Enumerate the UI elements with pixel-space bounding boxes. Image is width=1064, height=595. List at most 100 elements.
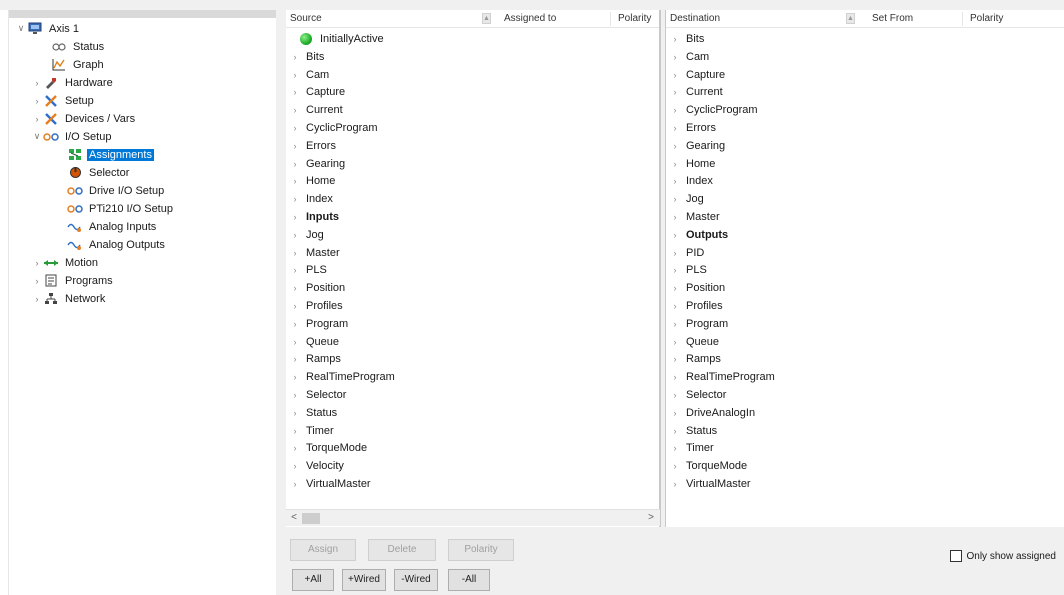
source-row-ramps[interactable]: › Ramps bbox=[286, 350, 341, 368]
source-row-virtualmaster[interactable]: › VirtualMaster bbox=[286, 475, 371, 493]
source-row-torquemode[interactable]: › TorqueMode bbox=[286, 439, 368, 457]
source-row-index[interactable]: › Index bbox=[286, 190, 333, 208]
source-row-program[interactable]: › Program bbox=[286, 315, 349, 333]
destination-row-program[interactable]: › Program bbox=[666, 315, 729, 333]
source-horizontal-scrollbar[interactable]: < > bbox=[286, 509, 660, 526]
source-row-pls[interactable]: › PLS bbox=[286, 261, 327, 279]
source-row-velocity[interactable]: › Velocity bbox=[286, 457, 344, 475]
expand-chevron-icon[interactable]: › bbox=[668, 319, 682, 329]
expand-chevron-icon[interactable]: › bbox=[288, 283, 302, 293]
destination-row-bits[interactable]: › Bits bbox=[666, 30, 705, 48]
polarity-column-header[interactable]: Polarity bbox=[970, 13, 1003, 24]
expand-chevron-icon[interactable]: › bbox=[668, 372, 682, 382]
expand-chevron-icon[interactable]: › bbox=[288, 194, 302, 204]
expand-chevron-icon[interactable]: › bbox=[668, 390, 682, 400]
source-row-status[interactable]: › Status bbox=[286, 404, 338, 422]
minus-all-button[interactable]: -All bbox=[448, 569, 490, 591]
source-row-errors[interactable]: › Errors bbox=[286, 137, 336, 155]
scroll-left-icon[interactable]: < bbox=[287, 511, 301, 525]
destination-row-virtualmaster[interactable]: › VirtualMaster bbox=[666, 475, 751, 493]
source-row-initiallyactive[interactable]: InitiallyActive bbox=[286, 30, 384, 48]
destination-row-pid[interactable]: › PID bbox=[666, 244, 705, 262]
source-row-current[interactable]: › Current bbox=[286, 101, 343, 119]
assigned-to-column-header[interactable]: Assigned to bbox=[504, 13, 556, 24]
expand-chevron-icon[interactable]: › bbox=[31, 258, 43, 268]
tree-item-i-o-setup[interactable]: ∨ I/O Setup bbox=[31, 128, 113, 145]
expand-chevron-icon[interactable]: › bbox=[668, 230, 682, 240]
expand-chevron-icon[interactable]: › bbox=[668, 426, 682, 436]
sort-indicator-icon[interactable]: ▲ bbox=[482, 13, 491, 24]
expand-chevron-icon[interactable]: › bbox=[31, 114, 43, 124]
expand-chevron-icon[interactable]: › bbox=[668, 461, 682, 471]
destination-row-queue[interactable]: › Queue bbox=[666, 333, 720, 351]
source-row-jog[interactable]: › Jog bbox=[286, 226, 324, 244]
column-separator[interactable] bbox=[610, 12, 611, 26]
expand-chevron-icon[interactable]: › bbox=[668, 141, 682, 151]
expand-chevron-icon[interactable]: › bbox=[668, 354, 682, 364]
expand-chevron-icon[interactable]: › bbox=[288, 105, 302, 115]
destination-row-status[interactable]: › Status bbox=[666, 422, 718, 440]
destination-row-torquemode[interactable]: › TorqueMode bbox=[666, 457, 748, 475]
source-row-master[interactable]: › Master bbox=[286, 244, 340, 262]
tree-item-analog-outputs[interactable]: Analog Outputs bbox=[55, 236, 167, 253]
expand-chevron-icon[interactable]: › bbox=[288, 52, 302, 62]
plus-wired-button[interactable]: +Wired bbox=[342, 569, 386, 591]
expand-chevron-icon[interactable]: › bbox=[288, 354, 302, 364]
expand-chevron-icon[interactable]: › bbox=[288, 70, 302, 80]
tree-item-setup[interactable]: › Setup bbox=[31, 92, 96, 109]
source-row-capture[interactable]: › Capture bbox=[286, 83, 346, 101]
destination-row-position[interactable]: › Position bbox=[666, 279, 726, 297]
expand-chevron-icon[interactable]: › bbox=[288, 461, 302, 471]
expand-chevron-icon[interactable]: › bbox=[668, 194, 682, 204]
expand-chevron-icon[interactable]: › bbox=[288, 301, 302, 311]
column-separator[interactable] bbox=[962, 12, 963, 26]
expand-chevron-icon[interactable]: › bbox=[288, 141, 302, 151]
expand-chevron-icon[interactable]: › bbox=[668, 176, 682, 186]
expand-chevron-icon[interactable]: › bbox=[31, 294, 43, 304]
delete-button[interactable]: Delete bbox=[368, 539, 436, 561]
source-row-cyclicprogram[interactable]: › CyclicProgram bbox=[286, 119, 378, 137]
source-list[interactable]: Source ▲ Assigned to Polarity InitiallyA… bbox=[286, 10, 660, 527]
expand-chevron-icon[interactable]: › bbox=[288, 87, 302, 97]
expand-chevron-icon[interactable]: › bbox=[668, 337, 682, 347]
destination-row-profiles[interactable]: › Profiles bbox=[666, 297, 723, 315]
source-row-home[interactable]: › Home bbox=[286, 172, 336, 190]
expand-chevron-icon[interactable]: › bbox=[288, 426, 302, 436]
expand-chevron-icon[interactable]: › bbox=[31, 78, 43, 88]
tree-item-analog-inputs[interactable]: Analog Inputs bbox=[55, 218, 158, 235]
destination-row-cam[interactable]: › Cam bbox=[666, 48, 710, 66]
expand-chevron-icon[interactable]: › bbox=[668, 52, 682, 62]
expand-chevron-icon[interactable]: › bbox=[288, 123, 302, 133]
tree-item-network[interactable]: › Network bbox=[31, 290, 107, 307]
source-row-selector[interactable]: › Selector bbox=[286, 386, 347, 404]
expand-chevron-icon[interactable]: › bbox=[288, 159, 302, 169]
plus-all-button[interactable]: +All bbox=[292, 569, 334, 591]
expand-chevron-icon[interactable]: › bbox=[668, 212, 682, 222]
expand-chevron-icon[interactable]: › bbox=[31, 276, 43, 286]
destination-row-index[interactable]: › Index bbox=[666, 172, 713, 190]
panel-splitter[interactable] bbox=[276, 0, 286, 595]
tree-item-motion[interactable]: › Motion bbox=[31, 254, 100, 271]
polarity-column-header[interactable]: Polarity bbox=[618, 13, 651, 24]
source-row-realtimeprogram[interactable]: › RealTimeProgram bbox=[286, 368, 395, 386]
destination-row-realtimeprogram[interactable]: › RealTimeProgram bbox=[666, 368, 775, 386]
destination-row-selector[interactable]: › Selector bbox=[666, 386, 727, 404]
expand-chevron-icon[interactable]: › bbox=[668, 301, 682, 311]
assign-button[interactable]: Assign bbox=[290, 539, 356, 561]
polarity-button[interactable]: Polarity bbox=[448, 539, 514, 561]
destination-row-home[interactable]: › Home bbox=[666, 155, 716, 173]
destination-row-pls[interactable]: › PLS bbox=[666, 261, 707, 279]
destination-row-ramps[interactable]: › Ramps bbox=[666, 350, 721, 368]
expand-chevron-icon[interactable]: › bbox=[288, 212, 302, 222]
expand-chevron-icon[interactable]: › bbox=[288, 319, 302, 329]
destination-row-outputs[interactable]: › Outputs bbox=[666, 226, 729, 244]
expand-chevron-icon[interactable]: › bbox=[288, 372, 302, 382]
source-row-inputs[interactable]: › Inputs bbox=[286, 208, 340, 226]
tree-item-status[interactable]: Status bbox=[39, 38, 106, 55]
expand-chevron-icon[interactable]: › bbox=[668, 265, 682, 275]
expand-chevron-icon[interactable]: › bbox=[288, 176, 302, 186]
expand-chevron-icon[interactable]: › bbox=[288, 230, 302, 240]
expand-chevron-icon[interactable]: › bbox=[668, 408, 682, 418]
source-row-position[interactable]: › Position bbox=[286, 279, 346, 297]
destination-row-cyclicprogram[interactable]: › CyclicProgram bbox=[666, 101, 758, 119]
